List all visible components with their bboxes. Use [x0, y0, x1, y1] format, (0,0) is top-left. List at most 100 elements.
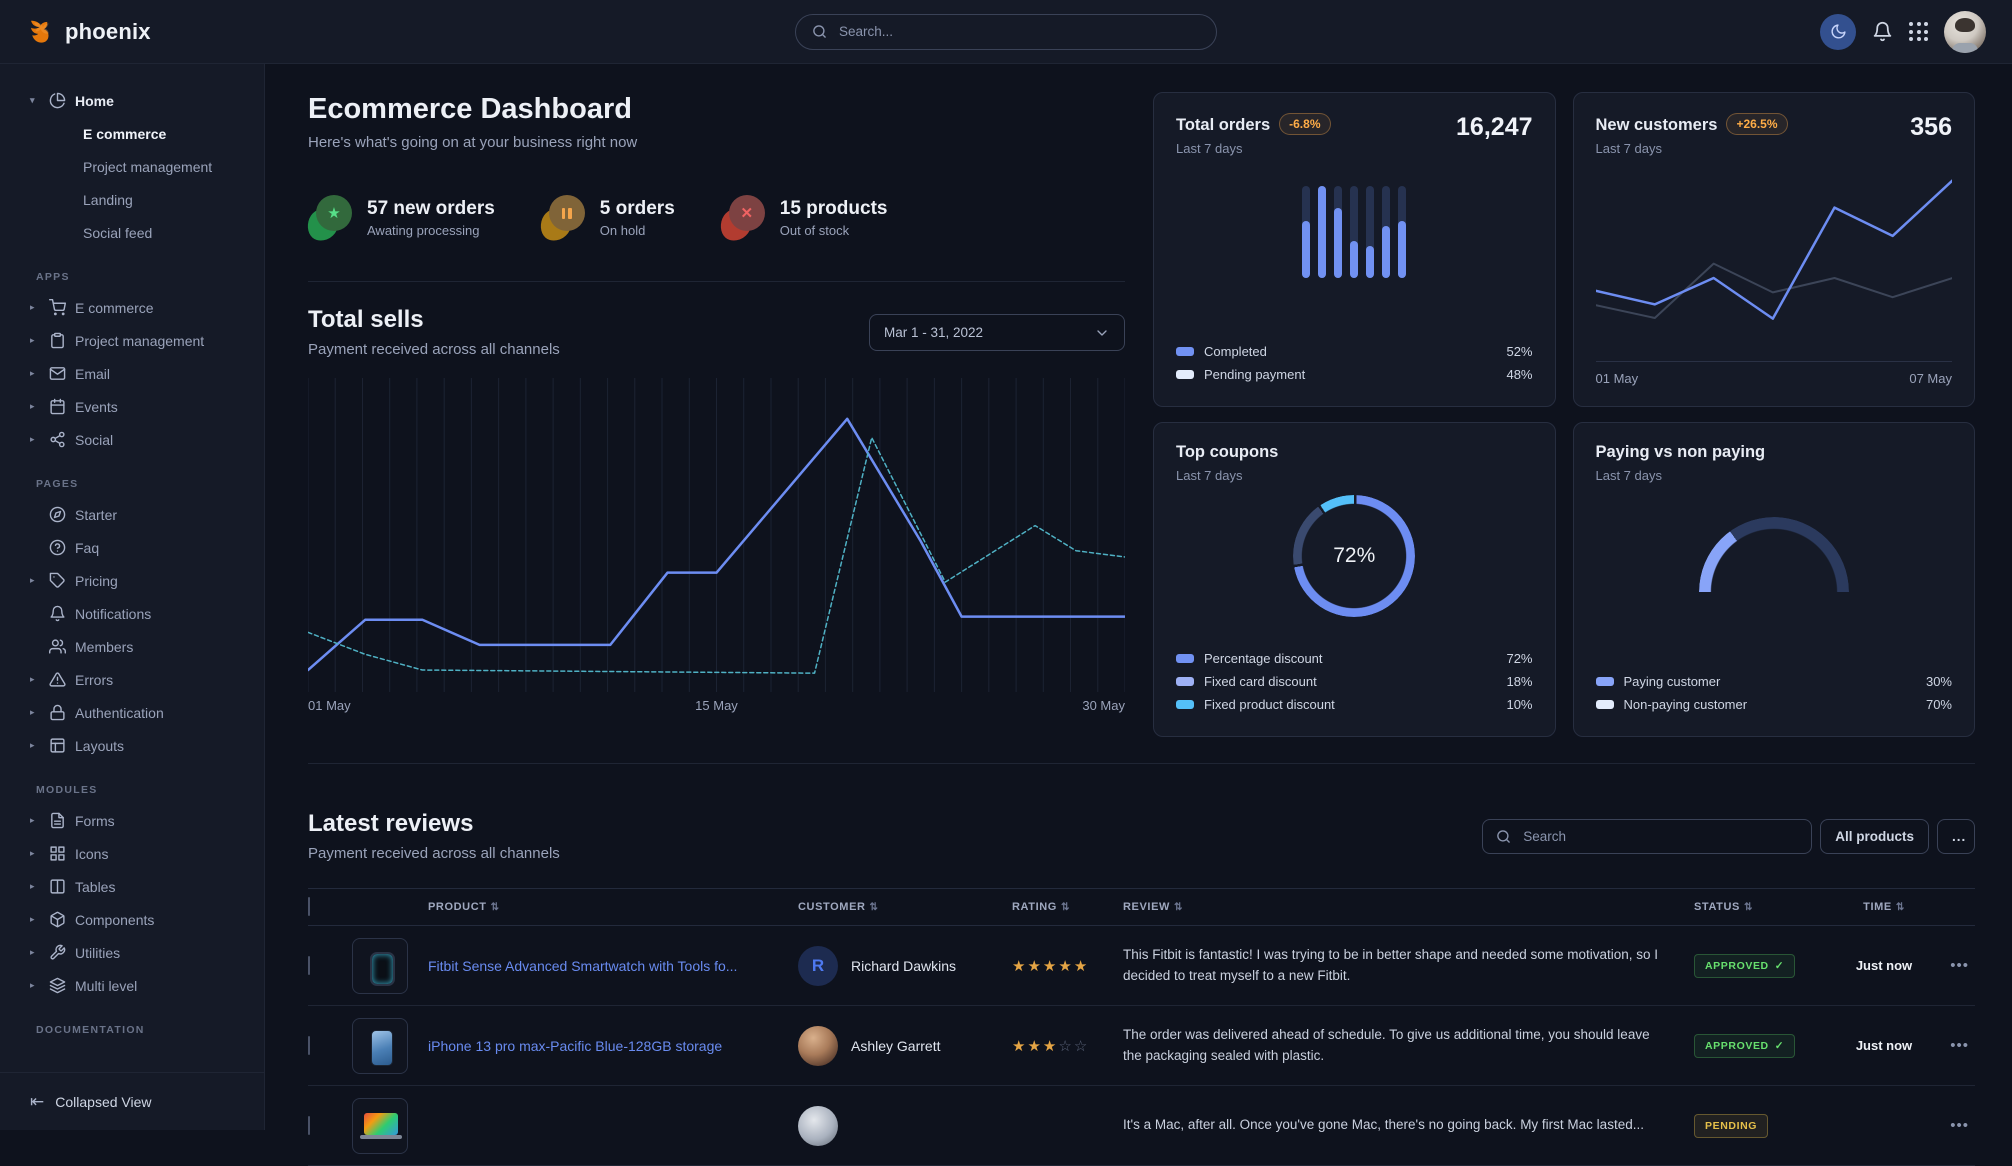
- total-orders-legend: Completed52%Pending payment48%: [1176, 340, 1533, 386]
- product-image-phone[interactable]: [352, 1018, 408, 1074]
- chevron-right-icon: ▸: [30, 848, 43, 859]
- reviews-search-input[interactable]: [1521, 828, 1798, 845]
- legend-item-completed: Completed52%: [1176, 340, 1533, 363]
- collapse-view-button[interactable]: ⇤ Collapsed View: [0, 1072, 264, 1130]
- sidebar-item-email[interactable]: ▸Email: [0, 357, 264, 390]
- bar: [1366, 186, 1374, 278]
- collapse-icon: ⇤: [30, 1092, 44, 1112]
- chevron-right-icon: ▸: [30, 335, 43, 346]
- brand[interactable]: phoenix: [26, 17, 151, 47]
- legend-label: Completed: [1204, 344, 1267, 359]
- sidebar-item-errors[interactable]: ▸Errors: [0, 663, 264, 696]
- sidebar-item-layouts[interactable]: ▸Layouts: [0, 729, 264, 762]
- apps-grid-icon[interactable]: [1909, 22, 1928, 41]
- product-link[interactable]: iPhone 13 pro max-Pacific Blue-128GB sto…: [428, 1038, 798, 1054]
- customer-avatar: [798, 1106, 838, 1146]
- card-period: Last 7 days: [1596, 468, 1766, 483]
- sidebar-item-events[interactable]: ▸Events: [0, 390, 264, 423]
- reviews-more-button[interactable]: ...: [1937, 819, 1975, 854]
- sidebar-item-tables[interactable]: ▸Tables: [0, 870, 264, 903]
- quick-stat-description: Out of stock: [780, 223, 888, 238]
- column-header-rating[interactable]: RATING⇅: [1012, 901, 1123, 913]
- column-header-product[interactable]: PRODUCT⇅: [428, 901, 798, 913]
- row-checkbox[interactable]: [308, 1036, 310, 1055]
- quick-stat-value: 57 new orders: [367, 198, 495, 220]
- product-link[interactable]: Fitbit Sense Advanced Smartwatch with To…: [428, 958, 798, 974]
- reviews-table-body: Fitbit Sense Advanced Smartwatch with To…: [308, 926, 1975, 1166]
- sidebar-item-forms[interactable]: ▸Forms: [0, 804, 264, 837]
- row-actions-menu[interactable]: •••: [1924, 1037, 1975, 1054]
- legend-value: 70%: [1926, 697, 1952, 712]
- column-header-customer[interactable]: CUSTOMER⇅: [798, 901, 1012, 913]
- sidebar-item-social[interactable]: ▸Social: [0, 423, 264, 456]
- row-review-cell: It's a Mac, after all. Once you've gone …: [1123, 1115, 1694, 1135]
- check-icon: ✓: [1775, 960, 1784, 972]
- sidebar-item-starter[interactable]: Starter: [0, 498, 264, 531]
- sidebar-item-home[interactable]: ▾Home: [0, 84, 264, 117]
- axis-line: [1596, 361, 1953, 362]
- quick-stat-text: 5 ordersOn hold: [600, 198, 675, 238]
- sidebar-item-multi-level[interactable]: ▸Multi level: [0, 969, 264, 1002]
- legend-swatch: [1176, 700, 1194, 709]
- sidebar-subitem-e-commerce[interactable]: E commerce: [0, 117, 264, 150]
- notifications-bell-icon[interactable]: [1872, 21, 1893, 42]
- sidebar-subitem-social-feed[interactable]: Social feed: [0, 216, 264, 249]
- column-header-status[interactable]: STATUS⇅: [1694, 901, 1844, 913]
- sort-icon[interactable]: ⇅: [1174, 902, 1183, 913]
- global-search-input[interactable]: [837, 23, 1200, 40]
- sidebar-item-label: Social: [75, 432, 113, 448]
- sidebar-item-authentication[interactable]: ▸Authentication: [0, 696, 264, 729]
- reviews-controls: All products ...: [1482, 819, 1975, 854]
- product-image-watch[interactable]: [352, 938, 408, 994]
- sidebar-item-utilities[interactable]: ▸Utilities: [0, 936, 264, 969]
- table-row[interactable]: iPhone 13 pro max-Pacific Blue-128GB sto…: [308, 1006, 1975, 1086]
- star-empty-icon: ☆: [1058, 1038, 1073, 1055]
- sidebar-item-notifications[interactable]: Notifications: [0, 597, 264, 630]
- star-empty-icon: ☆: [1074, 1038, 1089, 1055]
- legend-swatch: [1596, 677, 1614, 686]
- sidebar-item-faq[interactable]: Faq: [0, 531, 264, 564]
- sidebar-item-icons[interactable]: ▸Icons: [0, 837, 264, 870]
- bar: [1334, 186, 1342, 278]
- table-row[interactable]: Fitbit Sense Advanced Smartwatch with To…: [308, 926, 1975, 1006]
- sidebar-subitem-project-management[interactable]: Project management: [0, 150, 264, 183]
- sort-icon[interactable]: ⇅: [1744, 902, 1753, 913]
- sort-icon[interactable]: ⇅: [1896, 902, 1905, 913]
- quick-stat-text: 57 new ordersAwating processing: [367, 198, 495, 238]
- box-icon: [49, 911, 66, 928]
- sidebar-item-pricing[interactable]: ▸Pricing: [0, 564, 264, 597]
- shopping-cart-icon: [49, 299, 66, 316]
- row-checkbox[interactable]: [308, 1116, 310, 1135]
- chevron-right-icon: ▸: [30, 914, 43, 925]
- change-badge: -6.8%: [1279, 113, 1330, 135]
- sort-icon[interactable]: ⇅: [1061, 902, 1070, 913]
- product-image-laptop[interactable]: [352, 1098, 408, 1154]
- table-row[interactable]: It's a Mac, after all. Once you've gone …: [308, 1086, 1975, 1166]
- star-filled-icon: ★: [1027, 958, 1042, 975]
- sidebar-item-members[interactable]: Members: [0, 630, 264, 663]
- quick-stat-value: 15 products: [780, 198, 888, 220]
- sort-icon[interactable]: ⇅: [491, 902, 500, 913]
- row-actions-menu[interactable]: •••: [1924, 957, 1975, 974]
- sidebar-item-components[interactable]: ▸Components: [0, 903, 264, 936]
- date-range-select[interactable]: Mar 1 - 31, 2022: [869, 314, 1125, 351]
- user-avatar[interactable]: [1944, 11, 1986, 53]
- theme-toggle-moon-icon[interactable]: [1820, 14, 1856, 50]
- legend-label: Paying customer: [1624, 674, 1721, 689]
- total-sells-line-chart: [308, 378, 1125, 692]
- sidebar-item-project-management[interactable]: ▸Project management: [0, 324, 264, 357]
- sort-icon[interactable]: ⇅: [870, 902, 879, 913]
- star-filled-icon: ★: [1043, 1038, 1058, 1055]
- all-products-filter-button[interactable]: All products: [1820, 819, 1929, 854]
- column-header-review[interactable]: REVIEW⇅: [1123, 901, 1694, 913]
- sidebar-item-e-commerce[interactable]: ▸E commerce: [0, 291, 264, 324]
- row-actions-menu[interactable]: •••: [1924, 1117, 1975, 1134]
- sidebar-subitem-landing[interactable]: Landing: [0, 183, 264, 216]
- select-all-checkbox[interactable]: [308, 897, 310, 916]
- row-rating-cell: ★★★★★: [1012, 957, 1123, 975]
- top-navbar: phoenix: [0, 0, 2012, 64]
- row-checkbox[interactable]: [308, 956, 310, 975]
- legend-label: Non-paying customer: [1624, 697, 1748, 712]
- x-label: 07 May: [1909, 371, 1952, 386]
- column-header-time[interactable]: TIME⇅: [1844, 901, 1924, 913]
